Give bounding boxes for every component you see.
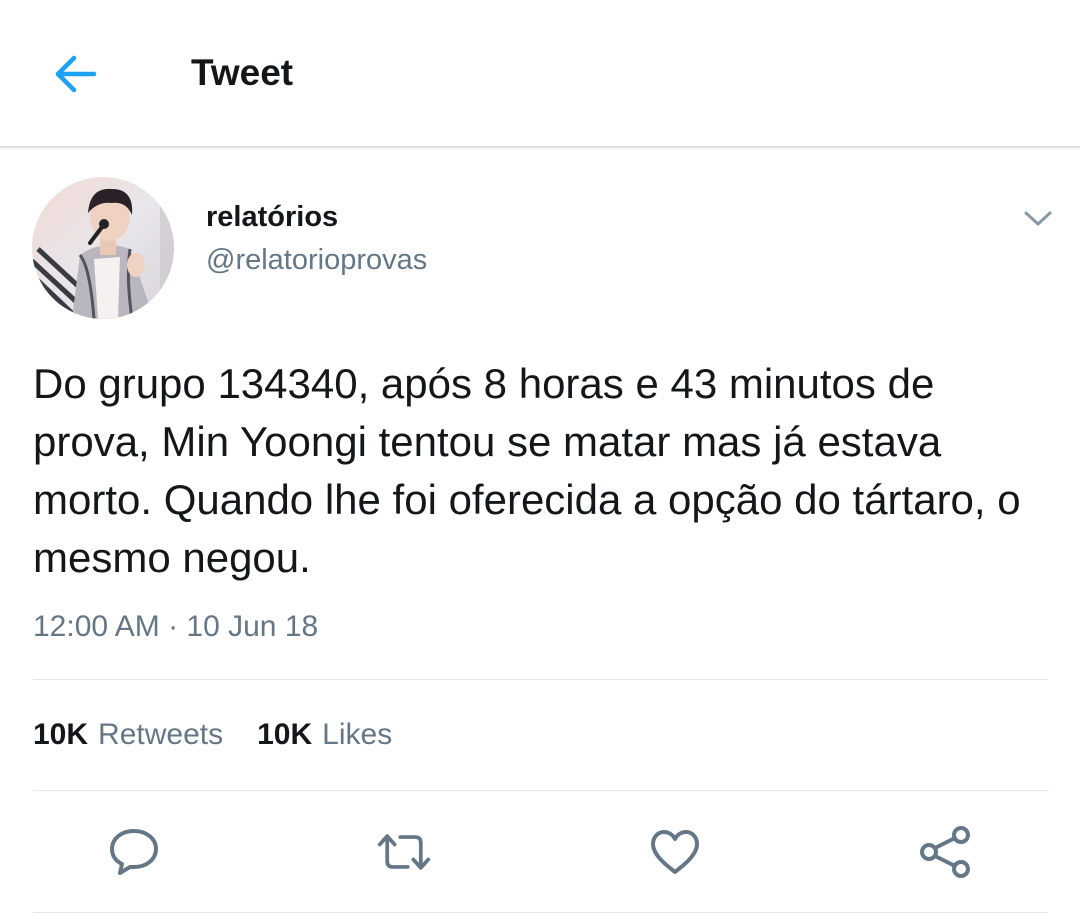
profile-photo xyxy=(32,177,174,319)
heart-icon xyxy=(651,830,699,874)
retweets-stat[interactable]: 10K Retweets xyxy=(33,716,223,754)
tweet-timestamp: 12:00 AM · 10 Jun 18 xyxy=(33,610,319,643)
author-avatar[interactable] xyxy=(32,177,174,319)
chevron-down-icon xyxy=(1024,211,1052,226)
share-button[interactable] xyxy=(917,824,973,880)
reply-button[interactable] xyxy=(106,824,162,880)
page-title: Tweet xyxy=(191,52,294,93)
arrow-left-icon xyxy=(55,55,97,93)
likes-label: Likes xyxy=(322,718,393,751)
header-divider xyxy=(0,146,1080,150)
divider xyxy=(33,790,1048,791)
speech-bubble-icon xyxy=(110,829,158,875)
author-handle[interactable]: @relatorioprovas xyxy=(206,242,427,278)
back-button[interactable] xyxy=(44,46,106,102)
tweet-stats: 10K Retweets 10K Likes xyxy=(33,716,392,754)
like-button[interactable] xyxy=(647,824,703,880)
retweet-icon xyxy=(377,834,431,870)
author-display-name[interactable]: relatórios xyxy=(206,199,338,235)
tweet-menu-button[interactable] xyxy=(1018,198,1058,238)
app-header: Tweet xyxy=(0,0,1080,146)
divider xyxy=(33,912,1048,913)
likes-stat[interactable]: 10K Likes xyxy=(257,716,392,754)
tweet-text: Do grupo 134340, após 8 horas e 43 minut… xyxy=(33,360,1021,581)
retweets-label: Retweets xyxy=(98,718,224,751)
retweets-count: 10K xyxy=(33,718,89,751)
divider xyxy=(33,679,1048,680)
retweet-button[interactable] xyxy=(376,824,432,880)
share-icon xyxy=(920,826,970,878)
likes-count: 10K xyxy=(257,718,313,751)
